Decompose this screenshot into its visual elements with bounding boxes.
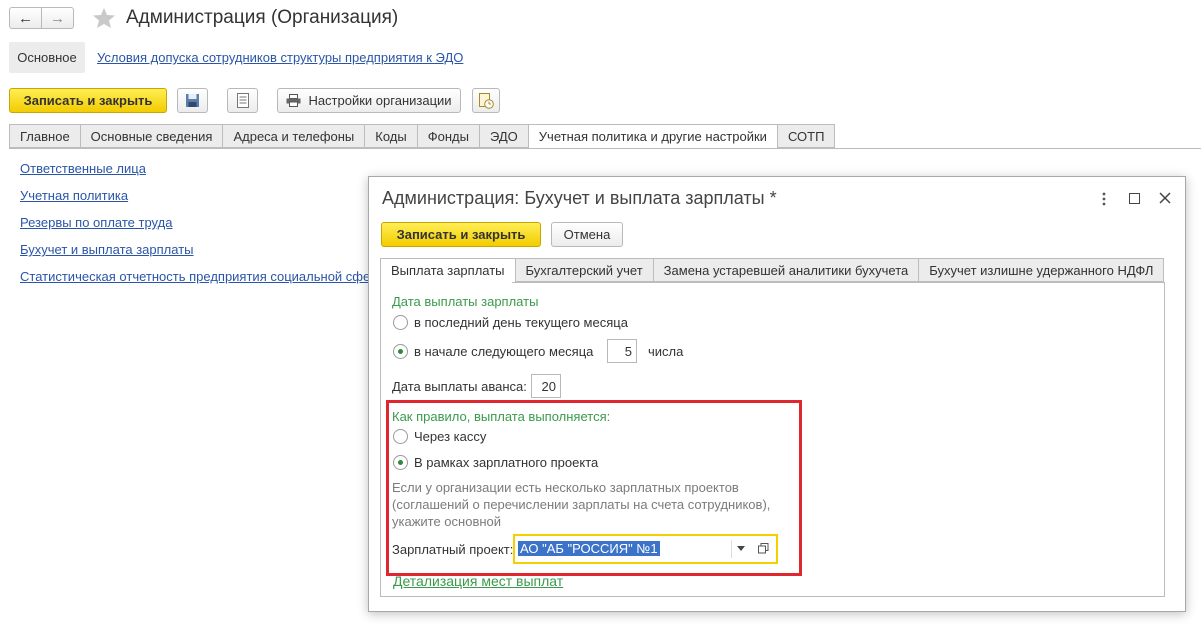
radio-next-month[interactable] bbox=[393, 344, 408, 359]
hint-line-2: (соглашений о перечислении зарплаты на с… bbox=[392, 497, 771, 512]
salary-day-input[interactable]: 5 bbox=[607, 339, 637, 363]
dropdown-divider bbox=[731, 540, 732, 558]
dialog-more-icon[interactable] bbox=[1097, 190, 1111, 208]
dialog-close-icon[interactable] bbox=[1158, 191, 1172, 205]
main-tabs: Главное Основные сведения Адреса и телеф… bbox=[9, 124, 836, 149]
org-settings-button[interactable]: Настройки организации bbox=[277, 88, 461, 113]
radio-last-day-label: в последний день текущего месяца bbox=[414, 315, 628, 330]
tabs-baseline bbox=[9, 148, 1201, 149]
open-project-icon[interactable] bbox=[758, 543, 769, 554]
floppy-icon bbox=[186, 94, 199, 107]
report-button[interactable] bbox=[472, 88, 500, 113]
dialog-tabs: Выплата зарплаты Бухгалтерский учет Заме… bbox=[380, 258, 1165, 283]
tab-sotp[interactable]: СОТП bbox=[776, 124, 836, 148]
nav-main[interactable]: Основное bbox=[9, 42, 85, 73]
dtab-analytics-replace[interactable]: Замена устаревшей аналитики бухучета bbox=[652, 258, 919, 282]
dtab-excess-ndfl[interactable]: Бухучет излишне удержанного НДФЛ bbox=[918, 258, 1165, 282]
dtab-accounting[interactable]: Бухгалтерский учет bbox=[514, 258, 653, 282]
payment-details-link[interactable]: Детализация мест выплат bbox=[393, 573, 563, 589]
radio-cash[interactable] bbox=[393, 429, 408, 444]
dialog-save-close-button[interactable]: Записать и закрыть bbox=[381, 222, 541, 247]
dialog-window: Администрация: Бухучет и выплата зарплат… bbox=[368, 176, 1186, 612]
favorite-star-icon[interactable] bbox=[92, 7, 116, 29]
hint-line-1: Если у организации есть несколько зарпла… bbox=[392, 480, 739, 495]
hint-line-3: укажите основной bbox=[392, 514, 502, 529]
salary-date-heading: Дата выплаты зарплаты bbox=[392, 294, 539, 309]
save-button[interactable] bbox=[177, 88, 208, 113]
dialog-cancel-button[interactable]: Отмена bbox=[551, 222, 623, 247]
radio-salary-project[interactable] bbox=[393, 455, 408, 470]
tab-main[interactable]: Главное bbox=[9, 124, 80, 148]
list-button[interactable] bbox=[227, 88, 258, 113]
nav-edo-conditions-link[interactable]: Условия допуска сотрудников структуры пр… bbox=[97, 50, 463, 65]
salary-day-suffix: числа bbox=[648, 344, 684, 359]
payment-method-heading: Как правило, выплата выполняется: bbox=[392, 409, 611, 424]
tab-funds[interactable]: Фонды bbox=[416, 124, 479, 148]
link-accounting-policy[interactable]: Учетная политика bbox=[20, 188, 128, 203]
tab-addresses-phones[interactable]: Адреса и телефоны bbox=[222, 124, 365, 148]
tab-accounting-policy[interactable]: Учетная политика и другие настройки bbox=[527, 124, 777, 149]
save-close-button[interactable]: Записать и закрыть bbox=[9, 88, 167, 113]
org-settings-label: Настройки организации bbox=[308, 93, 452, 108]
link-accounting-salary[interactable]: Бухучет и выплата зарплаты bbox=[20, 242, 194, 257]
salary-project-field[interactable]: АО "АБ "РОССИЯ" №1 bbox=[513, 534, 778, 564]
dtab-salary-payment[interactable]: Выплата зарплаты bbox=[380, 258, 515, 283]
back-arrow-icon: ← bbox=[18, 9, 33, 27]
tab-edo[interactable]: ЭДО bbox=[478, 124, 528, 148]
dialog-maximize-icon[interactable] bbox=[1129, 193, 1140, 204]
forward-arrow-icon: → bbox=[50, 9, 65, 27]
forward-button[interactable]: → bbox=[41, 7, 74, 29]
radio-cash-label: Через кассу bbox=[414, 429, 487, 444]
dialog-title: Администрация: Бухучет и выплата зарплат… bbox=[382, 188, 777, 208]
radio-next-month-label: в начале следующего месяца bbox=[414, 344, 594, 359]
page-title: Администрация (Организация) bbox=[126, 7, 399, 28]
advance-date-input[interactable]: 20 bbox=[531, 374, 561, 398]
tab-codes[interactable]: Коды bbox=[364, 124, 417, 148]
tab-basic-info[interactable]: Основные сведения bbox=[79, 124, 223, 148]
dropdown-arrow-icon[interactable] bbox=[737, 546, 745, 551]
dialog-tab-gap bbox=[381, 281, 512, 283]
link-responsible-persons[interactable]: Ответственные лица bbox=[20, 161, 146, 176]
link-payroll-reserves[interactable]: Резервы по оплате труда bbox=[20, 215, 172, 230]
document-list-icon bbox=[236, 93, 249, 108]
radio-last-day[interactable] bbox=[393, 315, 408, 330]
nav-main-label: Основное bbox=[17, 50, 77, 65]
radio-salary-project-label: В рамках зарплатного проекта bbox=[414, 455, 599, 470]
printer-icon bbox=[286, 94, 301, 107]
back-button[interactable]: ← bbox=[9, 7, 42, 29]
salary-project-label: Зарплатный проект: bbox=[392, 542, 514, 557]
document-clock-icon bbox=[479, 92, 494, 109]
advance-date-label: Дата выплаты аванса: bbox=[392, 379, 527, 394]
salary-project-value[interactable]: АО "АБ "РОССИЯ" №1 bbox=[518, 540, 660, 558]
link-statistical-reporting[interactable]: Статистическая отчетность предприятия со… bbox=[20, 269, 377, 284]
